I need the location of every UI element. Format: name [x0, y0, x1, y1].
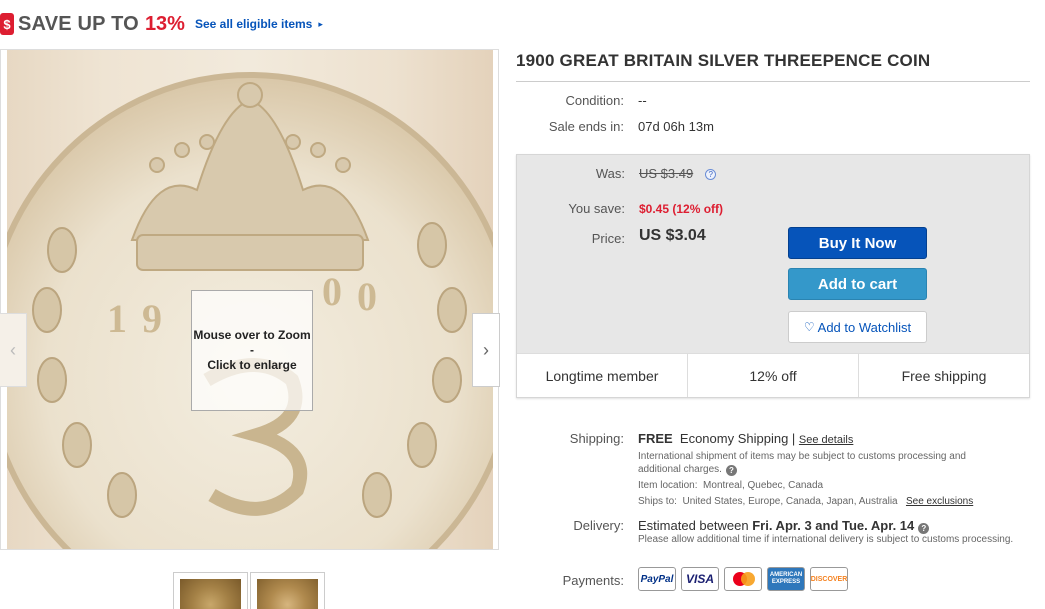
promo-text: SAVE UP TO	[18, 12, 139, 35]
delivery-estimate: Estimated between Fri. Apr. 3 and Tue. A…	[638, 518, 930, 534]
seller-badges: Longtime member 12% off Free shipping	[517, 353, 1029, 397]
zoom-hint-separator: -	[250, 343, 254, 357]
shipping-free: FREE	[638, 431, 673, 446]
badge-longtime-member: Longtime member	[517, 354, 688, 397]
discover-label: DISCOVER	[810, 575, 848, 583]
ships-to: Ships to: United States, Europe, Canada,…	[638, 495, 973, 508]
zoom-hint-text: Mouse over to Zoom	[193, 328, 311, 342]
see-exclusions-link[interactable]: See exclusions	[906, 496, 973, 507]
amex-label: AMERICAN EXPRESS	[769, 572, 803, 585]
was-price: US $3.49?	[639, 166, 717, 181]
current-price: US $3.04	[639, 227, 706, 244]
previous-image-button[interactable]: ‹	[0, 313, 27, 387]
item-title: 1900 GREAT BRITAIN SILVER THREEPENCE COI…	[516, 51, 931, 70]
delivery-dates: Fri. Apr. 3 and Tue. Apr. 14	[752, 518, 915, 533]
promo-percent: 13%	[144, 12, 185, 35]
title-divider	[516, 81, 1030, 82]
add-to-watchlist-button[interactable]: ♡ Add to Watchlist	[788, 311, 927, 343]
item-location-label: Item location:	[638, 480, 698, 491]
payment-methods: PayPal VISA AMERICAN EXPRESS DISCOVER	[638, 567, 848, 591]
item-location: Item location: Montreal, Quebec, Canada	[638, 479, 823, 492]
zoom-lens[interactable]: Mouse over to Zoom - Click to enlarge	[191, 290, 313, 411]
svg-text:9: 9	[142, 296, 162, 341]
help-icon[interactable]: ?	[725, 465, 737, 476]
chevron-left-icon: ‹	[10, 339, 16, 360]
add-to-cart-button[interactable]: Add to cart	[788, 268, 927, 300]
mastercard-icon	[724, 567, 762, 591]
item-image-viewer[interactable]: 19 00 ‹ › Mouse over to Zoom - Click to …	[0, 49, 500, 550]
payments-label: Payments:	[562, 573, 624, 588]
condition-label: Condition:	[565, 93, 624, 108]
shipping-method: Economy Shipping |	[679, 431, 796, 446]
heart-icon: ♡	[803, 320, 815, 334]
buy-it-now-button[interactable]: Buy It Now	[788, 227, 927, 259]
chevron-right-icon: ›	[483, 339, 489, 360]
next-image-button[interactable]: ›	[472, 313, 500, 387]
svg-text:1: 1	[107, 296, 127, 341]
svg-text:0: 0	[322, 269, 342, 314]
you-save-label: You save:	[568, 201, 625, 216]
price-tag-icon: $	[0, 13, 14, 35]
international-note: International shipment of items may be s…	[638, 450, 1008, 476]
delivery-prefix: Estimated between	[638, 518, 749, 533]
help-icon[interactable]: ?	[705, 169, 717, 180]
thumbnail-2[interactable]	[250, 572, 325, 609]
visa-icon: VISA	[681, 567, 719, 591]
price-label: Price:	[591, 231, 625, 246]
thumbnail-1[interactable]	[173, 572, 248, 609]
delivery-label: Delivery:	[573, 518, 624, 533]
paypal-icon: PayPal	[638, 567, 676, 591]
badge-discount: 12% off	[688, 354, 859, 397]
international-note-text: International shipment of items may be s…	[638, 451, 966, 475]
original-price: US $3.49	[639, 166, 694, 181]
see-eligible-items-link[interactable]: See all eligible items	[195, 17, 312, 31]
buy-box: Was: US $3.49? You save: $0.45 (12% off)…	[516, 154, 1030, 398]
enlarge-hint-text: Click to enlarge	[207, 358, 297, 372]
condition-value: --	[638, 93, 647, 108]
badge-free-shipping: Free shipping	[901, 367, 987, 384]
svg-text:0: 0	[357, 274, 377, 319]
thumbnail-strip	[173, 572, 325, 609]
shipping-label: Shipping:	[569, 431, 624, 446]
ships-to-label: Ships to:	[638, 496, 677, 507]
watchlist-label: Add to Watchlist	[817, 319, 912, 335]
delivery-note: Please allow additional time if internat…	[638, 534, 1014, 545]
savings-value: $0.45 (12% off)	[639, 202, 724, 216]
sale-ends-label: Sale ends in:	[548, 119, 624, 134]
discover-icon: DISCOVER	[810, 567, 848, 591]
promo-banner: $ SAVE UP TO 13% See all eligible items …	[0, 8, 323, 40]
was-label: Was:	[595, 166, 625, 181]
item-location-value: Montreal, Quebec, Canada	[703, 480, 824, 491]
ships-to-value: United States, Europe, Canada, Japan, Au…	[682, 496, 898, 507]
shipping-summary: FREE Economy Shipping | See details	[638, 431, 853, 446]
amex-icon: AMERICAN EXPRESS	[767, 567, 805, 591]
arrow-right-icon[interactable]: ▸	[318, 19, 323, 30]
sale-ends-value: 07d 06h 13m	[638, 119, 714, 134]
see-details-link[interactable]: See details	[799, 434, 853, 446]
